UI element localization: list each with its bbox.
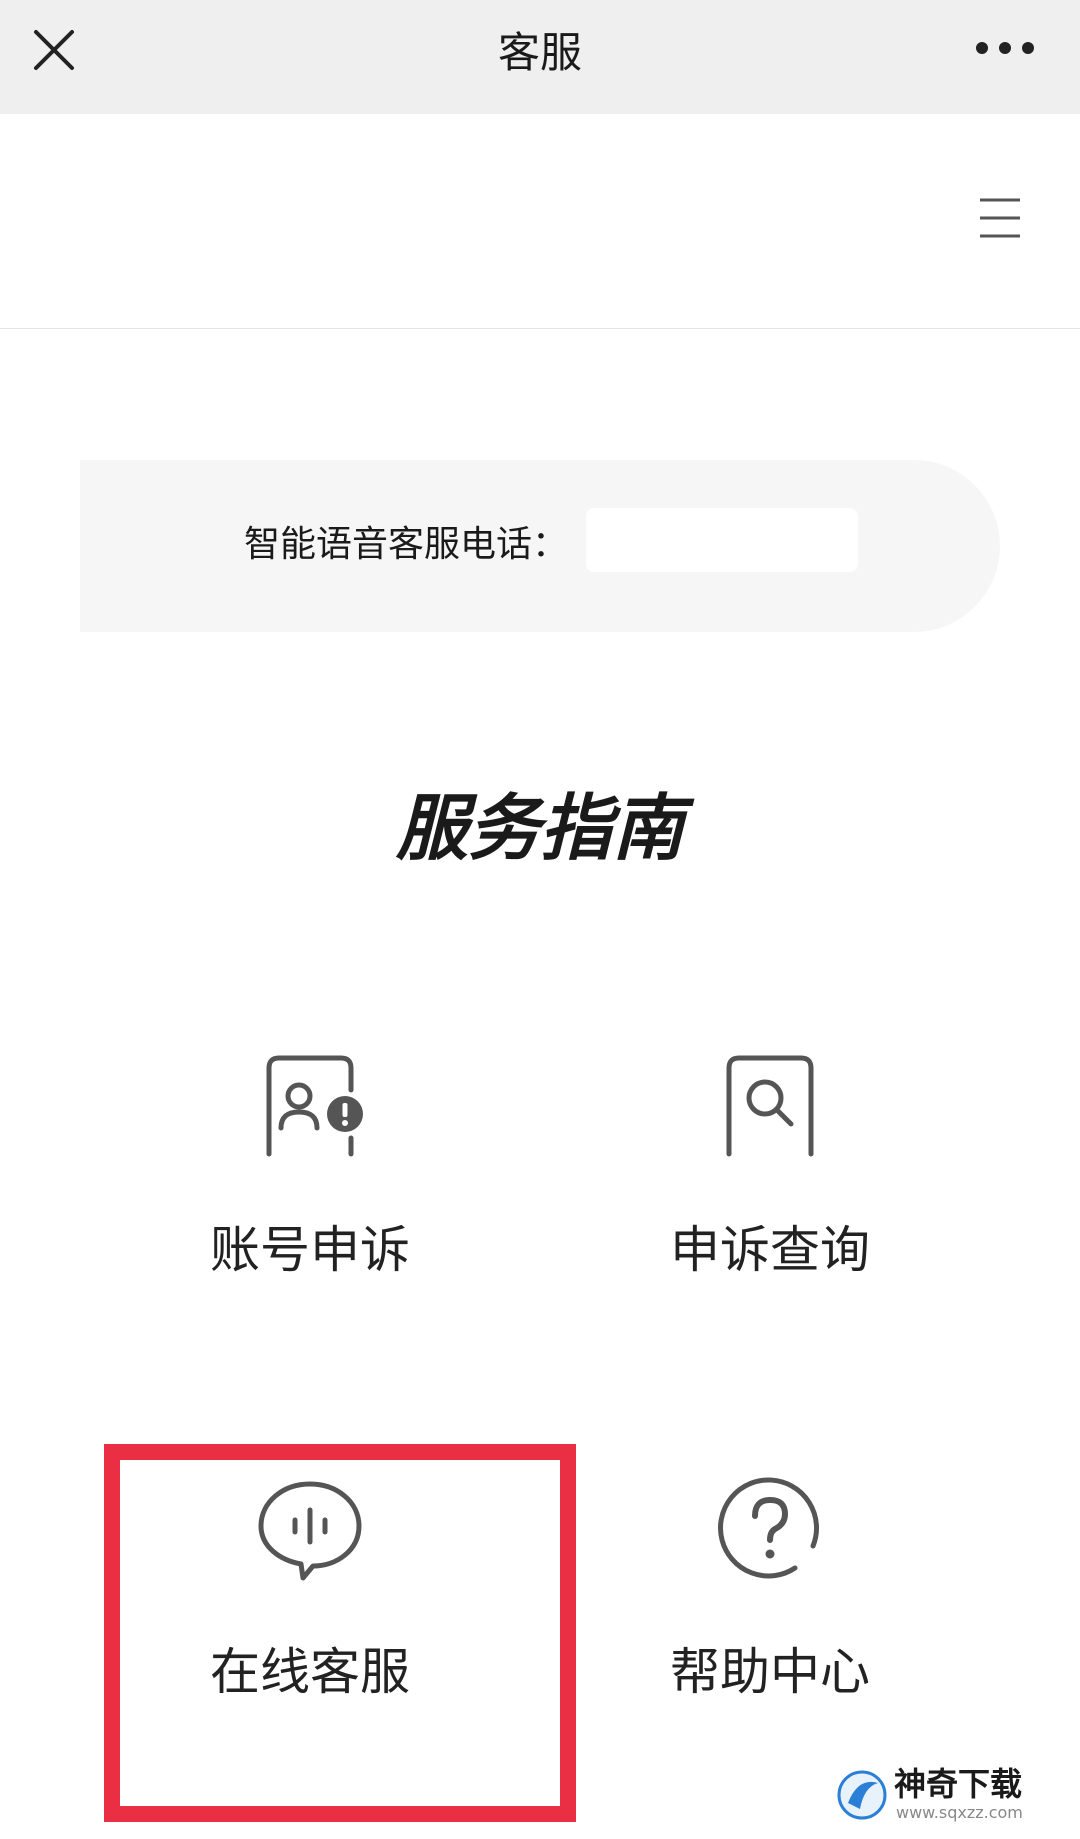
menu-button[interactable] <box>976 194 1024 242</box>
close-icon <box>34 30 74 70</box>
service-guide-title: 服务指南 <box>395 786 684 870</box>
online-service-button[interactable]: 在线客服 <box>80 1474 540 1804</box>
online-service-label: 在线客服 <box>210 1643 410 1701</box>
menu-row <box>0 114 1080 329</box>
watermark-title: 神奇下载 <box>894 1765 1023 1803</box>
hotline-number[interactable] <box>586 508 858 572</box>
chat-bubble-icon <box>258 1481 362 1581</box>
top-bar: 客服 <box>0 0 1080 114</box>
close-button[interactable] <box>28 24 80 76</box>
appeal-query-button[interactable]: 申诉查询 <box>540 1052 1000 1382</box>
help-center-label: 帮助中心 <box>670 1643 870 1701</box>
account-appeal-label: 账号申诉 <box>210 1221 410 1279</box>
site-logo-icon <box>837 1770 887 1820</box>
page-title: 客服 <box>497 28 582 77</box>
account-appeal-button[interactable]: 账号申诉 <box>80 1052 540 1382</box>
help-question-icon <box>718 1477 819 1579</box>
more-button[interactable] <box>970 28 1040 68</box>
appeal-query-label: 申诉查询 <box>670 1221 870 1279</box>
account-appeal-icon <box>266 1055 363 1157</box>
help-center-button[interactable]: 帮助中心 <box>540 1474 1000 1804</box>
more-dots-icon <box>976 42 1034 54</box>
watermark: 神奇下载 www.sqxzz.com <box>836 1765 1066 1825</box>
watermark-url: www.sqxzz.com <box>896 1803 1023 1822</box>
appeal-search-icon <box>726 1055 814 1157</box>
hamburger-menu-icon <box>980 198 1020 238</box>
hotline-label: 智能语音客服电话： <box>244 524 569 565</box>
